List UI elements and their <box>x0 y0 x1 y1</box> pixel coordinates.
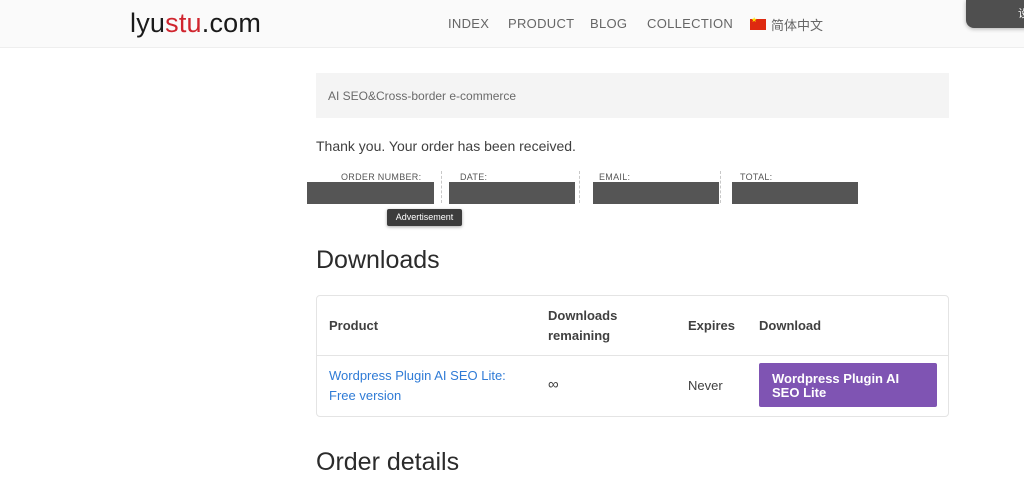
nav-blog[interactable]: BLOG <box>590 16 627 31</box>
order-date-redacted <box>449 182 575 204</box>
logo-text-accent: stu <box>165 8 202 38</box>
language-switcher[interactable]: 简体中文 <box>750 15 823 34</box>
nav-product[interactable]: PRODUCT <box>508 16 574 31</box>
order-email-redacted <box>593 182 719 204</box>
download-button-label-line2: SEO Lite <box>772 385 827 400</box>
site-logo[interactable]: lyustu.com <box>130 8 261 39</box>
downloads-heading: Downloads <box>316 246 440 274</box>
category-banner-text: AI SEO&Cross-border e-commerce <box>328 89 517 103</box>
overview-divider <box>441 171 442 203</box>
overview-divider <box>720 171 721 203</box>
column-header-remaining-line1: Downloads <box>548 308 618 323</box>
china-flag-icon <box>750 16 766 30</box>
order-number-label: ORDER NUMBER: <box>341 172 422 182</box>
logo-text-start: lyu <box>130 8 166 38</box>
corner-tab-label: 设 <box>1018 8 1024 20</box>
column-header-expires: Expires <box>688 318 735 333</box>
logo-text-end: .com <box>201 8 262 38</box>
language-label: 简体中文 <box>771 18 824 33</box>
column-header-download: Download <box>759 318 822 333</box>
overview-divider <box>579 171 580 203</box>
download-button-label-line1: Wordpress Plugin AI <box>772 371 900 386</box>
category-banner: AI SEO&Cross-border e-commerce <box>316 73 949 118</box>
order-date-label: DATE: <box>460 172 488 182</box>
downloads-remaining-value: ∞ <box>548 376 559 393</box>
site-header: lyustu.com INDEX PRODUCT BLOG COLLECTION… <box>0 0 1024 48</box>
advertisement-tooltip: Advertisement <box>387 209 462 226</box>
order-received-message: Thank you. Your order has been received. <box>316 138 576 154</box>
column-header-product: Product <box>329 318 379 333</box>
download-file-button[interactable]: Wordpress Plugin AI SEO Lite <box>759 363 937 407</box>
settings-corner-tab[interactable]: 设 <box>966 0 1024 28</box>
order-number-redacted <box>307 182 434 204</box>
product-link-line2[interactable]: Free version <box>329 386 401 406</box>
order-total-label: TOTAL: <box>740 172 773 182</box>
product-link-line1[interactable]: Wordpress Plugin AI SEO Lite: <box>329 366 506 386</box>
expires-value: Never <box>688 378 723 393</box>
downloads-table: Product Downloads remaining Expires Down… <box>316 295 949 417</box>
nav-collection[interactable]: COLLECTION <box>647 16 733 31</box>
order-total-redacted <box>732 182 858 204</box>
order-details-heading: Order details <box>316 448 460 476</box>
table-row-divider <box>317 355 948 356</box>
nav-index[interactable]: INDEX <box>448 16 489 31</box>
order-email-label: EMAIL: <box>599 172 631 182</box>
column-header-remaining-line2: remaining <box>548 328 611 343</box>
